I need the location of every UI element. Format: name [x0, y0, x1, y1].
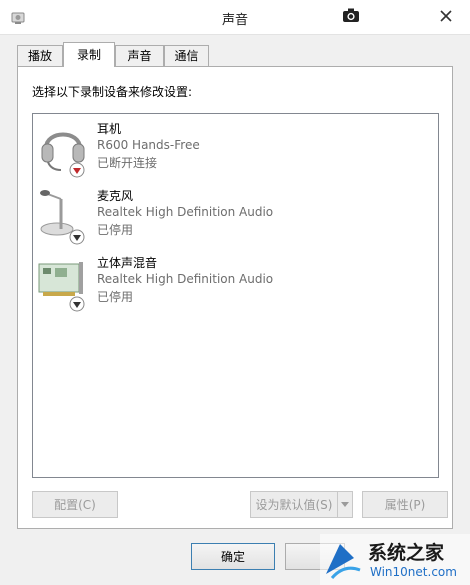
tab-playback[interactable]: 播放: [17, 45, 63, 66]
configure-button[interactable]: 配置(C): [32, 491, 118, 518]
device-name: 耳机: [97, 122, 122, 136]
device-status: 已停用: [97, 290, 134, 304]
watermark-url: Win10net.com: [370, 565, 457, 579]
device-status: 已停用: [97, 223, 134, 237]
tab-communications[interactable]: 通信: [164, 45, 209, 66]
device-item-stereo-mix[interactable]: 立体声混音 Realtek High Definition Audio 已停用: [33, 248, 438, 312]
set-default-dropdown[interactable]: [337, 491, 353, 518]
device-status: 已断开连接: [97, 156, 158, 170]
device-item-microphone[interactable]: 麦克风 Realtek High Definition Audio 已停用: [33, 181, 438, 245]
instruction-text: 选择以下录制设备来修改设置:: [32, 85, 193, 99]
microphone-icon: [40, 190, 85, 245]
tab-recording[interactable]: 录制: [63, 42, 115, 67]
window-title: 声音: [221, 13, 248, 28]
device-name: 麦克风: [97, 189, 134, 203]
set-default-button[interactable]: 设为默认值(S): [250, 491, 338, 518]
device-description: Realtek High Definition Audio: [97, 205, 274, 219]
recording-panel: 选择以下录制设备来修改设置: 耳机 R600 Hands-Free 已断开连接: [17, 66, 453, 529]
tab-sounds[interactable]: 声音: [115, 45, 164, 66]
device-description: Realtek High Definition Audio: [97, 272, 274, 286]
ok-button[interactable]: 确定: [191, 543, 275, 570]
sound-card-icon: [38, 262, 85, 312]
properties-button[interactable]: 属性(P): [362, 491, 448, 518]
device-item-headset[interactable]: 耳机 R600 Hands-Free 已断开连接: [33, 114, 438, 178]
headset-icon: [41, 132, 85, 178]
close-icon[interactable]: [436, 7, 456, 25]
watermark-brand: 系统之家: [368, 542, 445, 564]
title-bar: 声音: [0, 0, 470, 35]
device-name: 立体声混音: [97, 256, 158, 270]
watermark: 系统之家 Win10net.com: [320, 534, 470, 585]
camera-icon[interactable]: [342, 7, 360, 23]
device-description: R600 Hands-Free: [97, 138, 200, 152]
chevron-down-icon: [341, 502, 349, 507]
device-list: 耳机 R600 Hands-Free 已断开连接 麦克风 Realtek Hig…: [32, 113, 439, 478]
